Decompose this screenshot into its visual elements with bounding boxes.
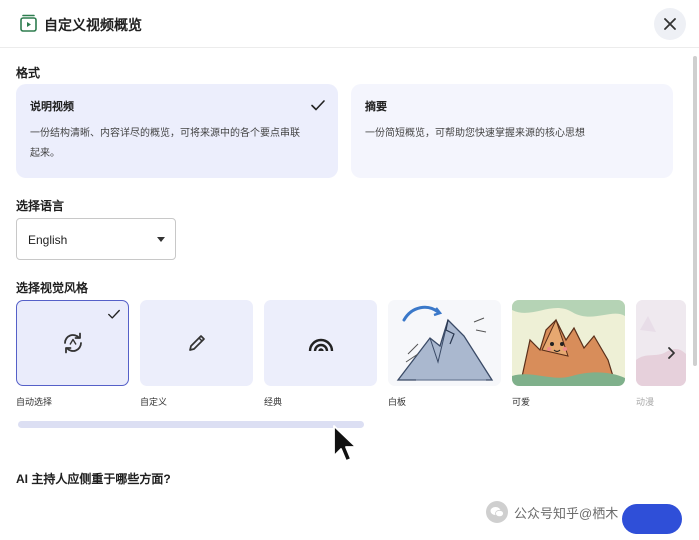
check-icon xyxy=(311,100,325,111)
format-option-description: 一份简短概览，可帮助您快速掌握来源的核心思想 xyxy=(365,128,585,139)
cute-mountains-illustration xyxy=(512,300,625,386)
dialog-header: 自定义视频概览 xyxy=(0,0,699,48)
chevron-right-icon xyxy=(668,347,675,359)
watermark-text: 公众号知乎@栖木 xyxy=(514,505,619,521)
format-option-name: 说明视频 xyxy=(30,101,74,113)
check-icon xyxy=(108,309,120,319)
style-option-auto[interactable] xyxy=(16,300,129,386)
host-focus-section-label: AI 主持人应侧重于哪些方面? xyxy=(16,472,171,486)
close-button[interactable] xyxy=(654,8,686,40)
style-option-label: 自动选择 xyxy=(16,397,53,407)
watermark: 公众号知乎@栖木 xyxy=(486,499,618,525)
style-option-label: 动漫 xyxy=(636,397,655,407)
auto-refresh-icon xyxy=(63,332,82,354)
pencil-icon xyxy=(188,335,205,351)
language-section-label: 选择语言 xyxy=(16,199,65,213)
dialog-title: 自定义视频概览 xyxy=(44,17,142,33)
format-section-label: 格式 xyxy=(16,66,41,80)
style-carousel-next-button[interactable] xyxy=(657,334,685,372)
close-icon xyxy=(664,18,676,30)
format-option-brief[interactable]: 摘要 一份简短概览，可帮助您快速掌握来源的核心思想 xyxy=(351,84,673,178)
style-option-whiteboard[interactable] xyxy=(388,300,501,386)
video-overview-icon xyxy=(20,14,37,32)
format-option-explainer[interactable]: 说明视频 一份结构清晰、内容详尽的概览，可将来源中的各个要点串联 起来。 xyxy=(16,84,338,178)
visual-style-section-label: 选择视觉风格 xyxy=(16,281,89,295)
rainbow-arcs-icon xyxy=(308,338,333,352)
dialog-scrollbar[interactable] xyxy=(693,56,697,366)
style-option-label: 经典 xyxy=(264,397,283,407)
whiteboard-volcano-illustration xyxy=(388,300,501,386)
style-option-label: 可爱 xyxy=(512,397,531,407)
wechat-logo-icon xyxy=(486,501,508,523)
style-option-cute[interactable] xyxy=(512,300,625,386)
mouse-cursor-icon xyxy=(333,425,357,462)
format-option-description: 一份结构清晰、内容详尽的概览，可将来源中的各个要点串联 起来。 xyxy=(30,128,300,159)
style-carousel-scrollbar[interactable] xyxy=(18,421,364,428)
generate-button[interactable] xyxy=(622,504,682,534)
language-select[interactable]: English xyxy=(16,218,176,260)
caret-down-icon xyxy=(157,237,165,242)
style-option-label: 自定义 xyxy=(140,397,168,407)
format-option-name: 摘要 xyxy=(365,101,387,113)
style-option-custom[interactable] xyxy=(140,300,253,386)
language-select-value: English xyxy=(28,233,68,247)
style-option-classic[interactable] xyxy=(264,300,377,386)
style-option-label: 白板 xyxy=(388,397,407,407)
customize-video-overview-dialog: 自定义视频概览 格式 说明视频 一份结构清晰、内容详尽的概览，可将来源中的各个要… xyxy=(0,0,699,540)
